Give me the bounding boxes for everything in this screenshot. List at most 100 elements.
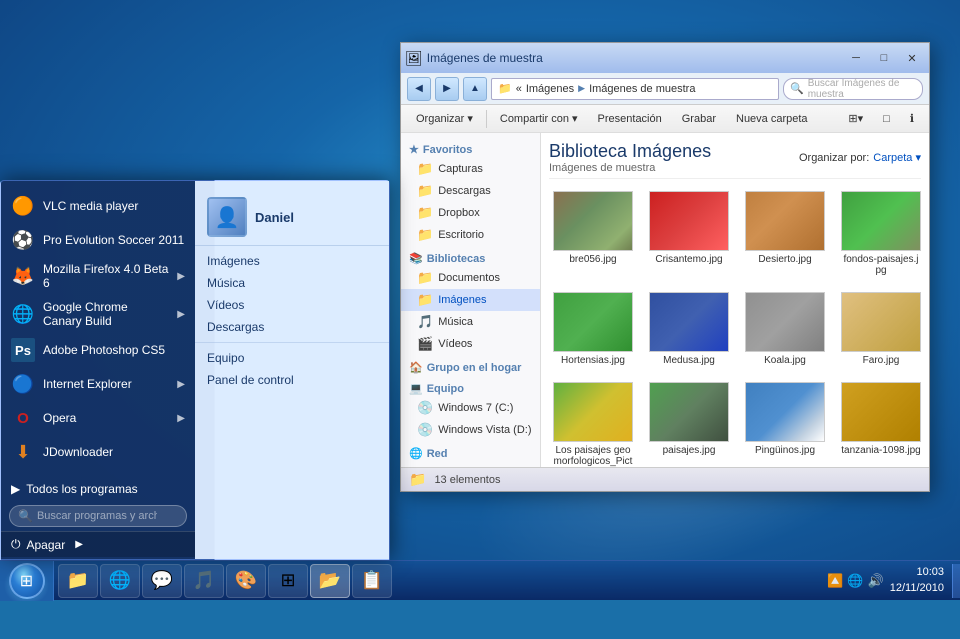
right-item-descargas[interactable]: Descargas (195, 316, 389, 338)
sidebar-item-videos[interactable]: 🎬 Vídeos (401, 333, 540, 355)
toolbar-separator (486, 110, 487, 128)
sidebar-item-escritorio[interactable]: 📁 Escritorio (401, 224, 540, 246)
sidebar-item-musica[interactable]: 🎵 Música (401, 311, 540, 333)
maximize-button[interactable]: □ (871, 48, 897, 68)
slideshow-button[interactable]: Presentación (589, 108, 671, 130)
view-button[interactable]: ⊞▾ (839, 108, 872, 130)
new-folder-button[interactable]: Nueva carpeta (727, 108, 817, 130)
all-programs-button[interactable]: ▶ Todos los programas (1, 477, 195, 501)
volume-icon[interactable]: 🔊 (868, 573, 884, 589)
taskbar-item-chrome[interactable]: 🌐 (100, 564, 140, 598)
taskbar-item-wlm[interactable]: 💬 (142, 564, 182, 598)
right-item-panel[interactable]: Panel de control (195, 369, 389, 391)
preview-button[interactable]: □ (874, 108, 899, 130)
image-thumbnail (553, 191, 633, 251)
jdownloader-icon: ⬇ (11, 440, 35, 464)
image-item-faro[interactable]: Faro.jpg (837, 288, 925, 370)
taskbar-item-explorer[interactable]: 📁 (58, 564, 98, 598)
sidebar-item-imagenes[interactable]: 📁 Imágenes (401, 289, 540, 311)
image-thumbnail (745, 292, 825, 352)
taskbar-item-clipboard[interactable]: 📋 (352, 564, 392, 598)
chrome-icon: 🌐 (11, 302, 35, 326)
organize-by-value[interactable]: Carpeta ▾ (873, 151, 921, 164)
sidebar-section-equipo[interactable]: 💻 Equipo (401, 376, 540, 397)
start-menu-left-panel: 🟠 VLC media player ⚽ Pro Evolution Socce… (1, 181, 195, 559)
image-item-bre056[interactable]: bre056.jpg (549, 187, 637, 280)
start-item-vlc[interactable]: 🟠 VLC media player (1, 189, 195, 223)
details-button[interactable]: ℹ (901, 108, 923, 130)
burn-button[interactable]: Grabar (673, 108, 725, 130)
start-menu: 🟠 VLC media player ⚽ Pro Evolution Socce… (0, 180, 390, 560)
sidebar-section-bibliotecas[interactable]: 📚 Bibliotecas (401, 246, 540, 267)
right-item-imagenes[interactable]: Imágenes (195, 250, 389, 272)
start-item-chrome[interactable]: 🌐 Google Chrome Canary Build ▶ (1, 295, 195, 333)
sidebar-item-dropbox[interactable]: 📁 Dropbox (401, 202, 540, 224)
image-item-fondos[interactable]: fondos-paisajes.jpg (837, 187, 925, 280)
taskbar-item-paint[interactable]: 🎨 (226, 564, 266, 598)
image-thumbnail (553, 382, 633, 442)
organize-button[interactable]: Organizar ▾ (407, 108, 482, 130)
start-item-ie[interactable]: 🔵 Internet Explorer ▶ (1, 367, 195, 401)
sidebar-section-favorites[interactable]: ★ Favoritos (401, 139, 540, 158)
window-icon: 🖼 (405, 50, 423, 67)
image-item-paisajes[interactable]: paisajes.jpg (645, 378, 733, 467)
start-menu-right-panel: 👤 Daniel Imágenes Música Vídeos Descarga… (195, 181, 389, 559)
image-item-koala[interactable]: Koala.jpg (741, 288, 829, 370)
opera-icon: O (11, 406, 35, 430)
right-item-equipo[interactable]: Equipo (195, 347, 389, 369)
sidebar-item-descargas[interactable]: 📁 Descargas (401, 180, 540, 202)
close-button[interactable]: ✕ (899, 48, 925, 68)
image-thumbnail (745, 382, 825, 442)
sidebar-item-capturas[interactable]: 📁 Capturas (401, 158, 540, 180)
sidebar-item-win7[interactable]: 💿 Windows 7 (C:) (401, 397, 540, 419)
image-item-desierto[interactable]: Desierto.jpg (741, 187, 829, 280)
ie-label: Internet Explorer (43, 377, 169, 391)
sidebar-section-red[interactable]: 🌐 Red (401, 441, 540, 462)
right-item-musica[interactable]: Música (195, 272, 389, 294)
image-filename: Desierto.jpg (758, 254, 811, 265)
taskbar-item-grid[interactable]: ⊞ (268, 564, 308, 598)
right-item-videos[interactable]: Vídeos (195, 294, 389, 316)
sidebar-item-vista[interactable]: 💿 Windows Vista (D:) (401, 419, 540, 441)
image-filename: tanzania-1098.jpg (841, 445, 921, 456)
sidebar-section-grupo[interactable]: 🏠 Grupo en el hogar (401, 355, 540, 376)
start-item-pes[interactable]: ⚽ Pro Evolution Soccer 2011 (1, 223, 195, 257)
forward-button[interactable]: ▶ (435, 77, 459, 101)
date-display: 12/11/2010 (890, 581, 944, 596)
taskbar-item-spotify[interactable]: 🎵 (184, 564, 224, 598)
shutdown-button[interactable]: ⏻ Apagar ▶ (1, 531, 195, 557)
pes-label: Pro Evolution Soccer 2011 (43, 233, 185, 247)
start-item-opera[interactable]: O Opera ▶ (1, 401, 195, 435)
minimize-button[interactable]: ─ (843, 48, 869, 68)
search-box[interactable]: 🔍 Buscar Imágenes de muestra (783, 78, 923, 100)
folder-icon: 📁 (417, 292, 433, 308)
clock[interactable]: 10:03 12/11/2010 (890, 565, 944, 596)
taskbar-item-folder2[interactable]: 📂 (310, 564, 350, 598)
start-item-firefox[interactable]: 🦊 Mozilla Firefox 4.0 Beta 6 ▶ (1, 257, 195, 295)
show-desktop-button[interactable] (952, 564, 960, 598)
folder-icon: 🎵 (417, 314, 433, 330)
image-item-tanzania[interactable]: tanzania-1098.jpg (837, 378, 925, 467)
main-header: Biblioteca Imágenes Imágenes de muestra … (549, 141, 921, 179)
sidebar-item-documentos[interactable]: 📁 Documentos (401, 267, 540, 289)
image-item-medusa[interactable]: Medusa.jpg (645, 288, 733, 370)
shutdown-arrow: ▶ (75, 539, 83, 550)
search-icon: 🔍 (18, 509, 33, 523)
up-button[interactable]: ▲ (463, 77, 487, 101)
tray-expand-icon[interactable]: 🔼 (827, 573, 843, 589)
start-item-jdownloader[interactable]: ⬇ JDownloader (1, 435, 195, 469)
network-icon[interactable]: 🌐 (847, 573, 863, 589)
start-button[interactable]: ⊞ (0, 561, 54, 601)
image-item-paisajes3[interactable]: Los paisajes geomorfologicos_Picture3.jp… (549, 378, 637, 467)
share-button[interactable]: Compartir con ▾ (491, 108, 587, 130)
photoshop-label: Adobe Photoshop CS5 (43, 343, 185, 357)
back-button[interactable]: ◀ (407, 77, 431, 101)
start-item-photoshop[interactable]: Ps Adobe Photoshop CS5 (1, 333, 195, 367)
start-search-input[interactable] (37, 510, 157, 522)
image-item-crisantemo[interactable]: Crisantemo.jpg (645, 187, 733, 280)
address-path[interactable]: 📁 « Imágenes ▶ Imágenes de muestra (491, 78, 779, 100)
start-search-box[interactable]: 🔍 (9, 505, 187, 527)
folder-icon: 📁 (417, 227, 433, 243)
image-item-pinguinos[interactable]: Pingüinos.jpg (741, 378, 829, 467)
image-item-hortensias[interactable]: Hortensias.jpg (549, 288, 637, 370)
